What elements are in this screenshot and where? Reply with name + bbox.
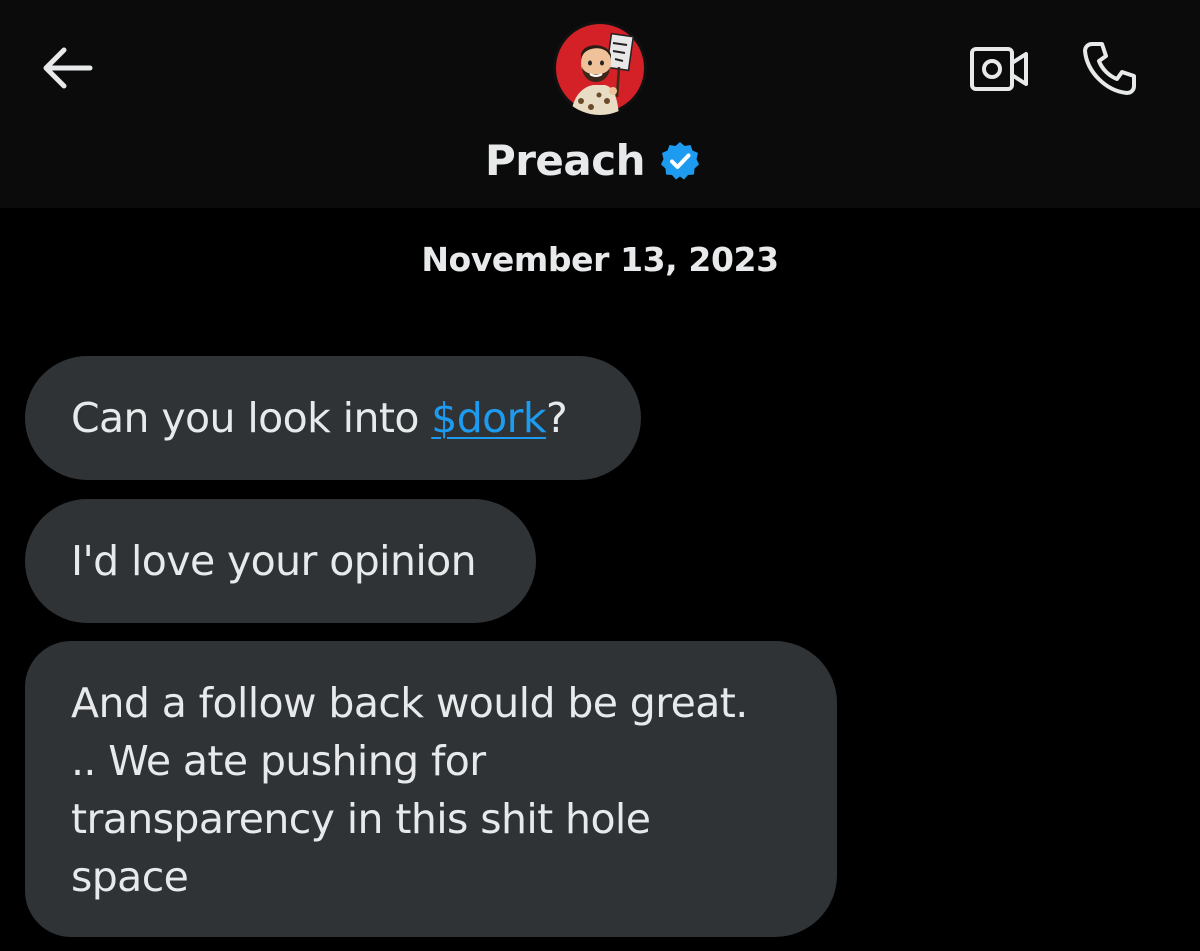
message-text: I'd love your opinion bbox=[71, 537, 477, 585]
message-text: Can you look into $dork? bbox=[71, 394, 568, 442]
contact-name-row[interactable]: Preach bbox=[0, 130, 1200, 190]
voice-call-button[interactable] bbox=[1080, 38, 1140, 98]
message-bubble[interactable]: And a follow back would be great. .. We … bbox=[25, 641, 837, 937]
message-text-line: And a follow back would be great. bbox=[71, 679, 748, 727]
back-button[interactable] bbox=[38, 42, 96, 94]
contact-name: Preach bbox=[484, 135, 646, 185]
arrow-left-icon bbox=[43, 47, 93, 89]
phone-icon bbox=[1083, 42, 1136, 95]
message-text-line: transparency in this shit hole bbox=[71, 795, 651, 843]
conversation-header: Preach bbox=[0, 0, 1200, 208]
message-bubble[interactable]: I'd love your opinion bbox=[25, 499, 536, 623]
video-call-button[interactable] bbox=[968, 44, 1032, 94]
cashtag-link[interactable]: $dork bbox=[431, 394, 546, 442]
message-bubble[interactable]: Can you look into $dork? bbox=[25, 356, 641, 480]
video-camera-icon bbox=[970, 47, 1028, 91]
message-text-line: space bbox=[71, 853, 189, 901]
message-text-line: .. We ate pushing for bbox=[71, 737, 486, 785]
avatar-illustration bbox=[553, 21, 647, 115]
conversation-date: November 13, 2023 bbox=[421, 240, 779, 279]
verified-badge-icon bbox=[661, 142, 700, 180]
avatar[interactable] bbox=[553, 21, 647, 115]
